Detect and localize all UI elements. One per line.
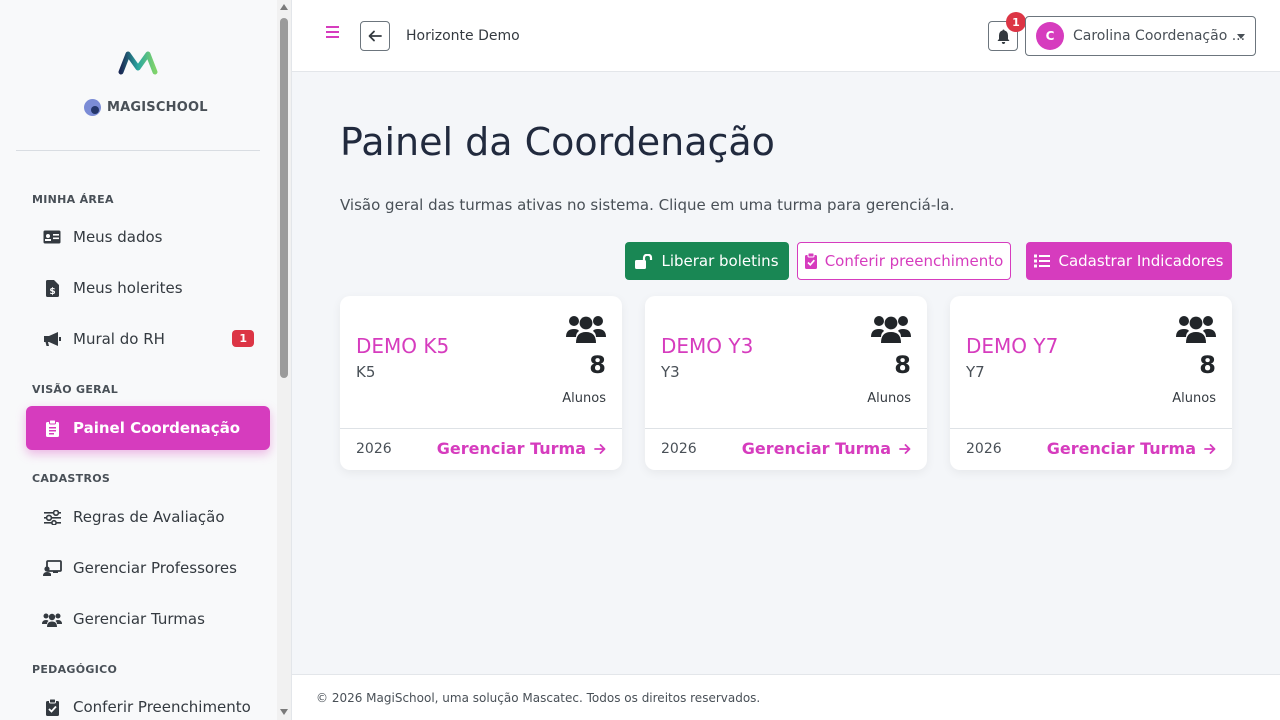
- sidebar-item-label: Conferir Preenchimento: [73, 698, 251, 716]
- scroll-thumb[interactable]: [280, 18, 288, 378]
- svg-text:$: $: [49, 287, 55, 297]
- sidebar-item-meus-dados[interactable]: Meus dados: [26, 215, 270, 259]
- sidebar-item-label: Meus holerites: [73, 279, 183, 297]
- student-count: 8: [894, 351, 911, 379]
- class-year: 2026: [356, 441, 392, 457]
- card-divider: [340, 428, 622, 429]
- brand-name: MAGISCHOOL: [107, 100, 208, 115]
- section-cadastros: CADASTROS: [32, 472, 111, 485]
- class-card[interactable]: DEMO Y3 Y3 8 Alunos 2026 Gerenciar Turma: [645, 296, 927, 470]
- button-label: Cadastrar Indicadores: [1058, 252, 1224, 270]
- user-menu-select[interactable]: C Carolina Coordenação ...: [1025, 16, 1256, 56]
- manage-class-link[interactable]: Gerenciar Turma: [742, 439, 911, 458]
- student-count: 8: [1199, 351, 1216, 379]
- cadastrar-indicadores-button[interactable]: Cadastrar Indicadores: [1026, 242, 1232, 280]
- users-icon: [871, 316, 911, 343]
- users-icon: [1176, 316, 1216, 343]
- brand-avatar-icon: [84, 99, 101, 116]
- arrow-right-icon: [594, 443, 606, 454]
- chalkboard-teacher-icon: [42, 559, 62, 577]
- link-label: Gerenciar Turma: [436, 439, 586, 458]
- card-divider: [950, 428, 1232, 429]
- conferir-preenchimento-button[interactable]: Conferir preenchimento: [797, 242, 1011, 280]
- button-label: Liberar boletins: [661, 252, 779, 270]
- sidebar-item-mural-rh[interactable]: Mural do RH 1: [26, 317, 270, 361]
- sidebar-item-label: Meus dados: [73, 228, 163, 246]
- clipboard-check-icon: [804, 253, 817, 269]
- bell-icon: [997, 29, 1009, 44]
- avatar: C: [1036, 22, 1064, 50]
- class-code: K5: [356, 363, 376, 381]
- sidebar-item-gerenciar-professores[interactable]: Gerenciar Professores: [26, 546, 270, 590]
- sidebar: MAGISCHOOL MINHA ÁREA Meus dados $ Meus …: [0, 0, 292, 720]
- sliders-icon: [42, 508, 62, 526]
- sidebar-item-conferir-preenchimento[interactable]: Conferir Preenchimento: [26, 685, 270, 720]
- student-count-label: Alunos: [562, 391, 606, 406]
- sidebar-item-painel-coordenacao[interactable]: Painel Coordenação: [26, 406, 270, 450]
- class-name: DEMO Y7: [966, 334, 1059, 358]
- section-visao-geral: VISÃO GERAL: [32, 383, 119, 396]
- users-icon: [42, 610, 62, 628]
- clipboard-check-icon: [42, 698, 62, 716]
- link-label: Gerenciar Turma: [1046, 439, 1196, 458]
- sidebar-item-label: Gerenciar Turmas: [73, 610, 205, 628]
- card-divider: [645, 428, 927, 429]
- manage-class-link[interactable]: Gerenciar Turma: [1047, 439, 1216, 458]
- magischool-logo-icon: [118, 51, 158, 75]
- class-year: 2026: [966, 441, 1002, 457]
- notifications-count-badge: 1: [1006, 12, 1026, 32]
- clipboard-list-icon: [42, 419, 62, 437]
- link-label: Gerenciar Turma: [741, 439, 891, 458]
- button-label: Conferir preenchimento: [824, 252, 1004, 270]
- manage-class-link[interactable]: Gerenciar Turma: [437, 439, 606, 458]
- student-count-label: Alunos: [867, 391, 911, 406]
- footer: © 2026 MagiSchool, uma solução Mascatec.…: [292, 674, 1280, 720]
- section-pedagogico: PEDAGÓGICO: [32, 663, 118, 676]
- class-card[interactable]: DEMO K5 K5 8 Alunos 2026 Gerenciar Turma: [340, 296, 622, 470]
- class-name: DEMO K5: [356, 334, 450, 358]
- class-year: 2026: [661, 441, 697, 457]
- sidebar-item-regras-avaliacao[interactable]: Regras de Avaliação: [26, 495, 270, 539]
- class-code: Y7: [966, 363, 985, 381]
- sidebar-divider: [16, 150, 260, 151]
- arrow-right-icon: [1204, 443, 1216, 454]
- footer-copyright: © 2026 MagiSchool, uma solução Mascatec.…: [316, 691, 761, 705]
- liberar-boletins-button[interactable]: Liberar boletins: [625, 242, 789, 280]
- logo: [0, 48, 276, 80]
- sidebar-item-label: Regras de Avaliação: [73, 508, 225, 526]
- arrow-left-icon: [368, 30, 382, 42]
- sidebar-item-meus-holerites[interactable]: $ Meus holerites: [26, 266, 270, 310]
- notification-badge: 1: [232, 330, 254, 347]
- class-code: Y3: [661, 363, 680, 381]
- chevron-down-icon: [1237, 34, 1245, 39]
- page-subtitle: Visão geral das turmas ativas no sistema…: [340, 196, 955, 214]
- arrow-right-icon: [899, 443, 911, 454]
- student-count: 8: [589, 351, 606, 379]
- user-name: Carolina Coordenação ...: [1073, 28, 1246, 44]
- back-button[interactable]: [360, 21, 390, 51]
- topbar: Horizonte Demo 1 C Carolina Coordenação …: [292, 0, 1280, 72]
- unlock-icon: [635, 253, 653, 269]
- sidebar-item-label: Painel Coordenação: [73, 419, 241, 437]
- sidebar-item-label: Gerenciar Professores: [73, 559, 237, 577]
- invoice-dollar-icon: $: [42, 279, 62, 297]
- sidebar-scrollbar[interactable]: [277, 0, 291, 720]
- brand: MAGISCHOOL: [84, 99, 208, 116]
- class-name: DEMO Y3: [661, 334, 754, 358]
- sidebar-item-label: Mural do RH: [73, 330, 165, 348]
- scroll-down-icon[interactable]: [280, 709, 288, 715]
- list-icon: [1034, 254, 1051, 268]
- menu-toggle-icon[interactable]: [326, 26, 342, 44]
- sidebar-item-gerenciar-turmas[interactable]: Gerenciar Turmas: [26, 597, 270, 641]
- student-count-label: Alunos: [1172, 391, 1216, 406]
- bullhorn-icon: [42, 330, 62, 348]
- id-card-icon: [42, 228, 62, 246]
- page-title: Painel da Coordenação: [340, 120, 775, 164]
- users-icon: [566, 316, 606, 343]
- scroll-up-icon[interactable]: [280, 4, 288, 10]
- section-minha-area: MINHA ÁREA: [32, 193, 114, 206]
- breadcrumb: Horizonte Demo: [406, 28, 520, 44]
- class-card[interactable]: DEMO Y7 Y7 8 Alunos 2026 Gerenciar Turma: [950, 296, 1232, 470]
